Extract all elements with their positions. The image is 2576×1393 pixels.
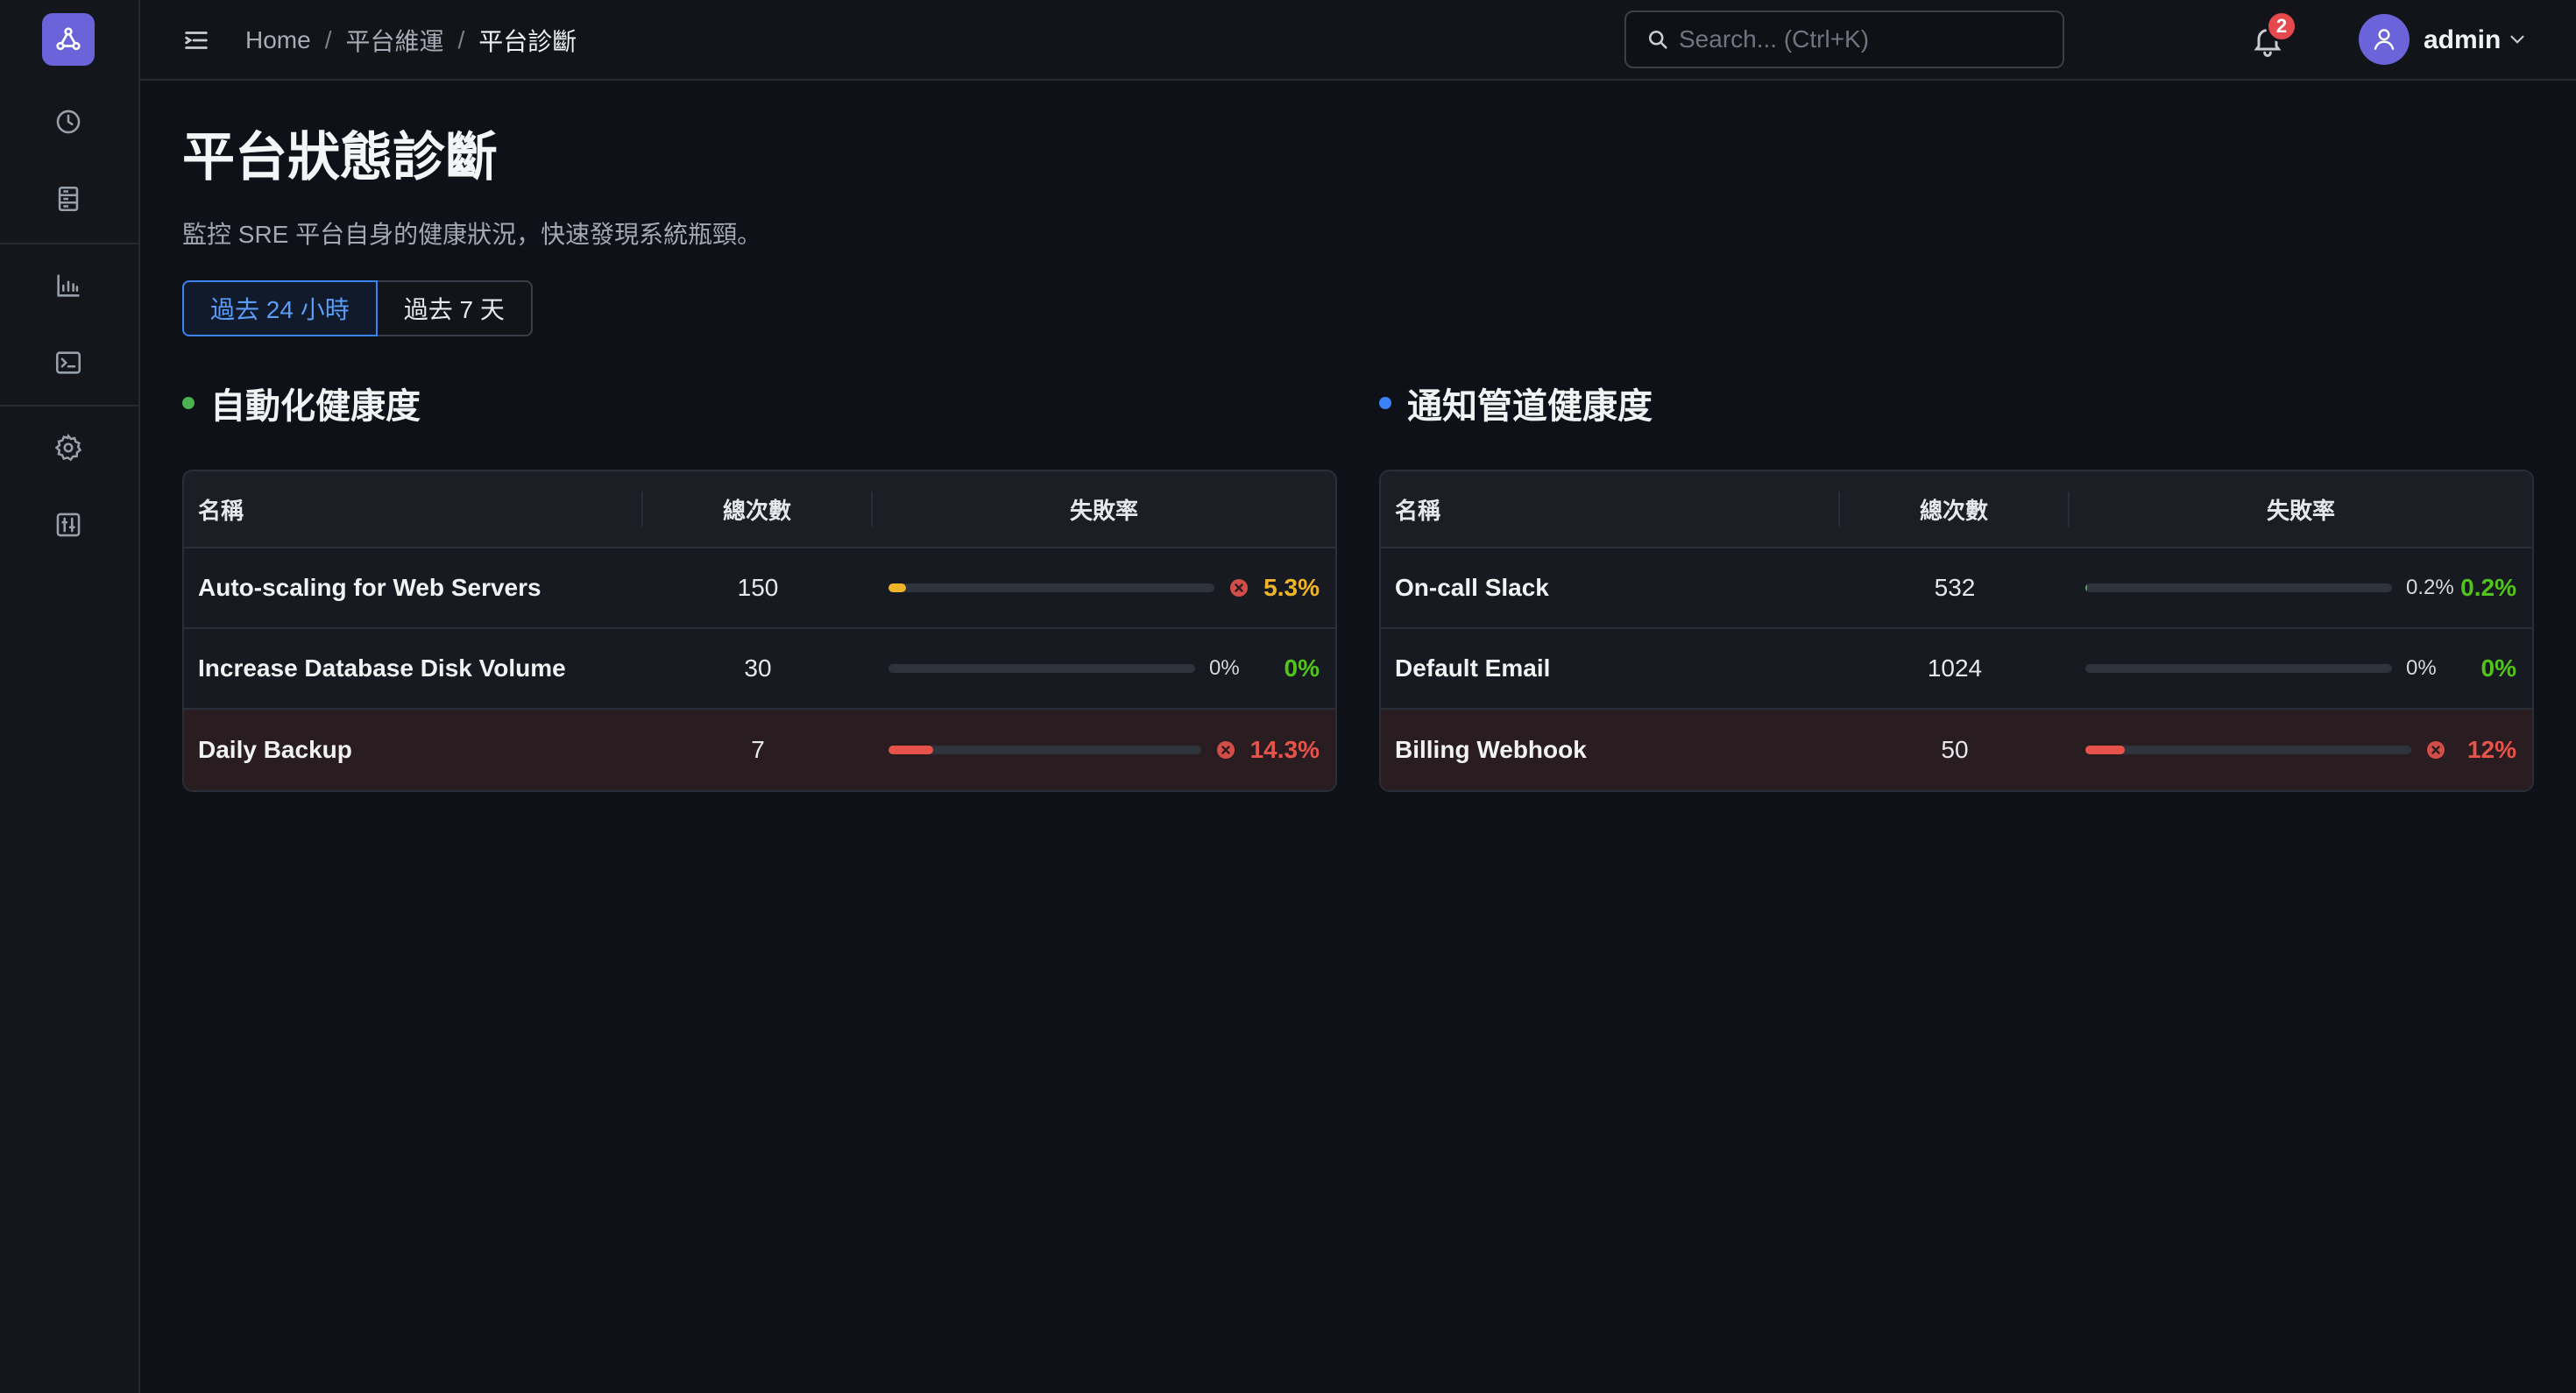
tab-last-7-days[interactable]: 過去 7 天 bbox=[377, 280, 533, 336]
sliders-icon[interactable] bbox=[51, 507, 86, 542]
table-row[interactable]: Billing Webhook 50 12% bbox=[1381, 710, 2532, 790]
panel-title: 通知管道健康度 bbox=[1407, 387, 1652, 426]
top-header: Home / 平台維運 / 平台診斷 bbox=[140, 0, 2576, 81]
row-name: Default Email bbox=[1395, 654, 1551, 682]
row-name: Increase Database Disk Volume bbox=[198, 654, 566, 682]
failure-rate-value: 0% bbox=[1284, 654, 1320, 682]
failure-rate-bar-fill bbox=[888, 746, 933, 754]
column-failure-rate[interactable]: 失敗率 bbox=[2070, 493, 2532, 526]
table-header: 名稱 總次數 失敗率 bbox=[1381, 471, 2532, 548]
error-circle-icon bbox=[1230, 579, 1248, 597]
row-total: 1024 bbox=[1927, 654, 1983, 682]
failure-rate-bar-fill bbox=[888, 583, 906, 592]
row-name: Billing Webhook bbox=[1395, 736, 1587, 763]
row-failure-rate: 12% bbox=[2070, 736, 2532, 764]
search-input[interactable]: Search... (Ctrl+K) bbox=[1624, 11, 2064, 68]
table-row[interactable]: On-call Slack 532 0.2% 0.2% bbox=[1381, 548, 2532, 629]
status-dot bbox=[182, 397, 195, 409]
user-name[interactable]: admin bbox=[2424, 23, 2501, 58]
table-header: 名稱 總次數 失敗率 bbox=[184, 471, 1335, 548]
failure-rate-bar bbox=[2085, 583, 2392, 592]
page-title: 平台狀態診斷 bbox=[182, 128, 498, 187]
failure-rate-small-label: 0% bbox=[1209, 656, 1240, 680]
server-icon[interactable] bbox=[51, 181, 86, 216]
history-icon[interactable] bbox=[51, 104, 86, 139]
failure-rate-small-label: 0% bbox=[2406, 656, 2437, 680]
row-failure-rate: 0% 0% bbox=[2070, 654, 2532, 682]
failure-rate-bar bbox=[888, 583, 1214, 592]
automation-table: 名稱 總次數 失敗率 Auto-scaling for Web Servers 1… bbox=[182, 470, 1337, 792]
table-row[interactable]: Daily Backup 7 14.3% bbox=[184, 710, 1335, 790]
table-row[interactable]: Increase Database Disk Volume 30 0% 0% bbox=[184, 629, 1335, 710]
failure-rate-small-label: 0.2% bbox=[2406, 576, 2454, 599]
sidebar-divider bbox=[0, 405, 138, 407]
failure-rate-bar bbox=[2085, 746, 2411, 754]
breadcrumb-current: 平台診斷 bbox=[478, 28, 577, 55]
column-total[interactable]: 總次數 bbox=[643, 491, 873, 527]
failure-rate-value: 14.3% bbox=[1249, 736, 1320, 763]
search-placeholder: Search... (Ctrl+K) bbox=[1679, 25, 1870, 53]
row-total: 150 bbox=[737, 574, 779, 601]
app-root: Home / 平台維運 / 平台診斷 Search... (Ctrl+K) 2 … bbox=[0, 0, 2576, 1393]
column-name[interactable]: 名稱 bbox=[1381, 491, 1840, 527]
row-failure-rate: 5.3% bbox=[873, 574, 1335, 602]
automation-health-panel: 自動化健康度 名稱 總次數 失敗率 Auto-scaling for Web S… bbox=[182, 377, 1337, 792]
row-total: 30 bbox=[744, 654, 772, 682]
failure-rate-bar-fill bbox=[2085, 583, 2088, 592]
failure-rate-bar bbox=[888, 664, 1195, 673]
breadcrumb-separator: / bbox=[324, 26, 332, 53]
breadcrumb-separator: / bbox=[457, 26, 465, 53]
row-failure-rate: 0.2% 0.2% bbox=[2070, 574, 2532, 602]
notification-badge: 2 bbox=[2266, 11, 2297, 42]
column-total[interactable]: 總次數 bbox=[1840, 491, 2070, 527]
tab-last-24-hours[interactable]: 過去 24 小時 bbox=[182, 280, 378, 336]
failure-rate-value: 0% bbox=[2480, 654, 2516, 682]
row-failure-rate: 0% 0% bbox=[873, 654, 1335, 682]
sidebar-divider bbox=[0, 243, 138, 244]
sidebar bbox=[0, 0, 140, 1393]
terminal-icon[interactable] bbox=[51, 345, 86, 380]
error-circle-icon bbox=[1216, 741, 1235, 759]
row-total: 7 bbox=[751, 736, 765, 763]
row-failure-rate: 14.3% bbox=[873, 736, 1335, 764]
row-name: Auto-scaling for Web Servers bbox=[198, 574, 541, 601]
table-row[interactable]: Default Email 1024 0% 0% bbox=[1381, 629, 2532, 710]
failure-rate-value: 12% bbox=[2466, 736, 2516, 763]
menu-toggle-icon[interactable] bbox=[179, 23, 214, 58]
failure-rate-bar-fill bbox=[2085, 746, 2125, 754]
chart-icon[interactable] bbox=[51, 268, 86, 303]
page-description: 監控 SRE 平台自身的健康狀況，快速發現系統瓶頸。 bbox=[182, 221, 762, 248]
chevron-down-icon[interactable] bbox=[2506, 28, 2529, 51]
error-circle-icon bbox=[2427, 741, 2445, 759]
failure-rate-value: 0.2% bbox=[2460, 574, 2516, 601]
status-dot bbox=[1379, 397, 1391, 409]
column-failure-rate[interactable]: 失敗率 bbox=[873, 493, 1335, 526]
row-total: 532 bbox=[1934, 574, 1976, 601]
breadcrumb-home[interactable]: Home bbox=[245, 26, 311, 54]
column-name[interactable]: 名稱 bbox=[184, 491, 643, 527]
panel-title: 自動化健康度 bbox=[210, 387, 421, 426]
time-range-tabs: 過去 24 小時 過去 7 天 bbox=[182, 280, 533, 336]
failure-rate-bar bbox=[888, 746, 1201, 754]
failure-rate-bar bbox=[2085, 664, 2392, 673]
table-row[interactable]: Auto-scaling for Web Servers 150 5.3% bbox=[184, 548, 1335, 629]
notification-health-panel: 通知管道健康度 名稱 總次數 失敗率 On-call Slack 532 0.2% 0… bbox=[1379, 377, 2534, 792]
row-name: Daily Backup bbox=[198, 736, 352, 763]
breadcrumb: Home / 平台維運 / 平台診斷 bbox=[245, 23, 577, 58]
settings-icon[interactable] bbox=[51, 430, 86, 465]
notification-table: 名稱 總次數 失敗率 On-call Slack 532 0.2% 0.2% Defau… bbox=[1379, 470, 2534, 792]
avatar[interactable] bbox=[2359, 14, 2410, 65]
breadcrumb-platform-ops[interactable]: 平台維運 bbox=[345, 23, 443, 58]
search-icon bbox=[1648, 30, 1667, 49]
row-total: 50 bbox=[1941, 736, 1969, 763]
failure-rate-value: 5.3% bbox=[1263, 574, 1320, 601]
row-name: On-call Slack bbox=[1395, 574, 1549, 601]
logo-icon[interactable] bbox=[42, 13, 95, 66]
